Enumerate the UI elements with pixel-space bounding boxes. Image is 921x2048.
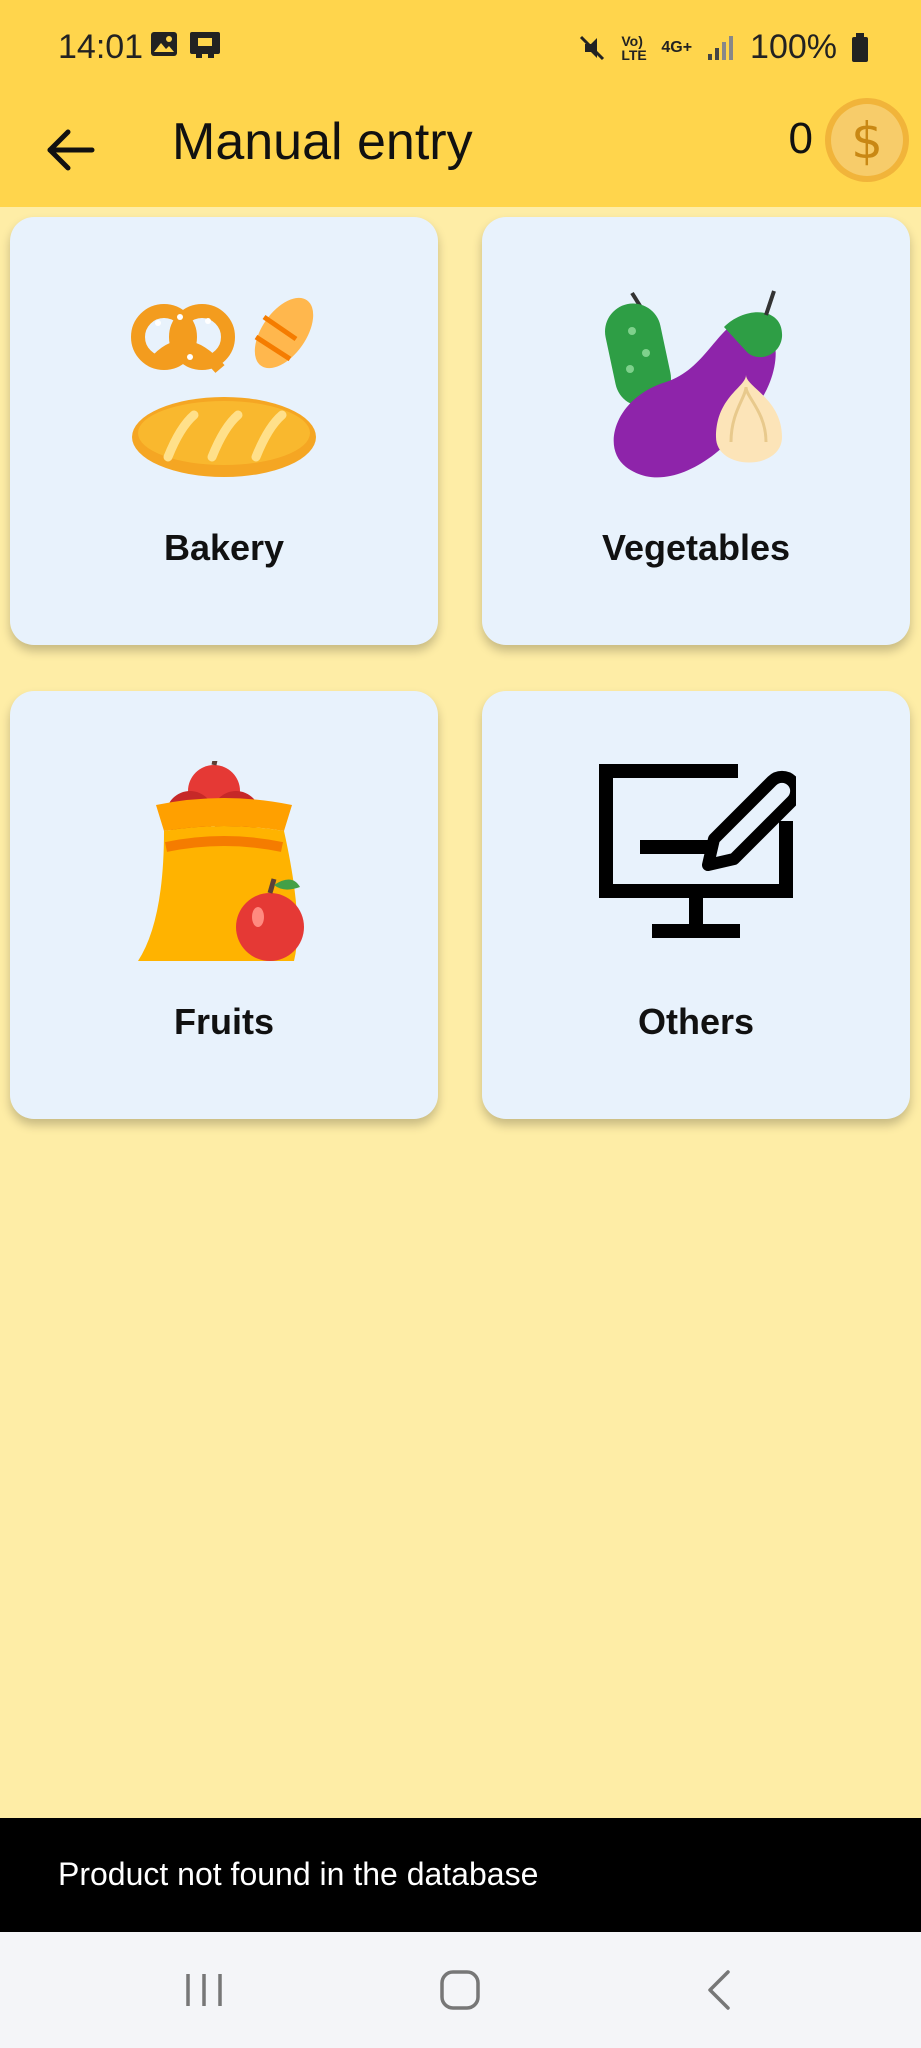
category-label-bakery: Bakery [163,527,285,568]
coin-count: 0 [788,114,813,163]
category-card-vegetables[interactable]: Vegetables [482,217,910,645]
mute-icon [580,35,605,60]
volte-icon: Vo) LTE [621,32,647,63]
category-label-fruits: Fruits [173,1001,274,1042]
snackbar-message: Product not found in the database [58,1856,539,1892]
snackbar: Product not found in the database [0,1818,921,1932]
back-icon [708,1970,730,2010]
monitor-edit-icon [599,764,796,938]
sim-card-icon [190,32,220,58]
category-card-fruits[interactable]: Fruits [10,691,438,1119]
status-bar: 14:01 Vo) LTE 4G+ 100% [0,0,921,100]
image-icon [151,32,177,56]
arrow-left-icon [47,129,95,171]
status-time: 14:01 [58,28,144,66]
recent-apps-icon [186,1974,222,2006]
page-title: Manual entry [172,113,473,171]
fruits-icon [138,761,304,961]
category-label-vegetables: Vegetables [601,527,791,568]
battery-text: 100% [750,28,837,66]
category-card-bakery[interactable]: Bakery [10,217,438,645]
coin-button[interactable]: $ [823,96,911,184]
category-card-others[interactable]: Others [482,691,910,1119]
app-bar: Manual entry 0 $ [0,98,921,207]
home-icon [440,1970,480,2010]
battery-icon [852,32,868,62]
system-nav-bar [0,1932,921,2048]
home-button[interactable] [420,1962,500,2018]
signal-icon [708,35,734,60]
back-button[interactable] [40,118,104,182]
category-label-others: Others [637,1001,755,1042]
nav-back-button[interactable] [680,1962,760,2018]
vegetables-icon [605,290,783,478]
svg-text:$: $ [851,112,883,170]
bakery-icon [131,297,316,477]
dollar-coin-icon: $ [825,98,909,182]
recent-apps-button[interactable] [164,1962,244,2018]
4g-data-icon: 4G+ [661,38,693,56]
